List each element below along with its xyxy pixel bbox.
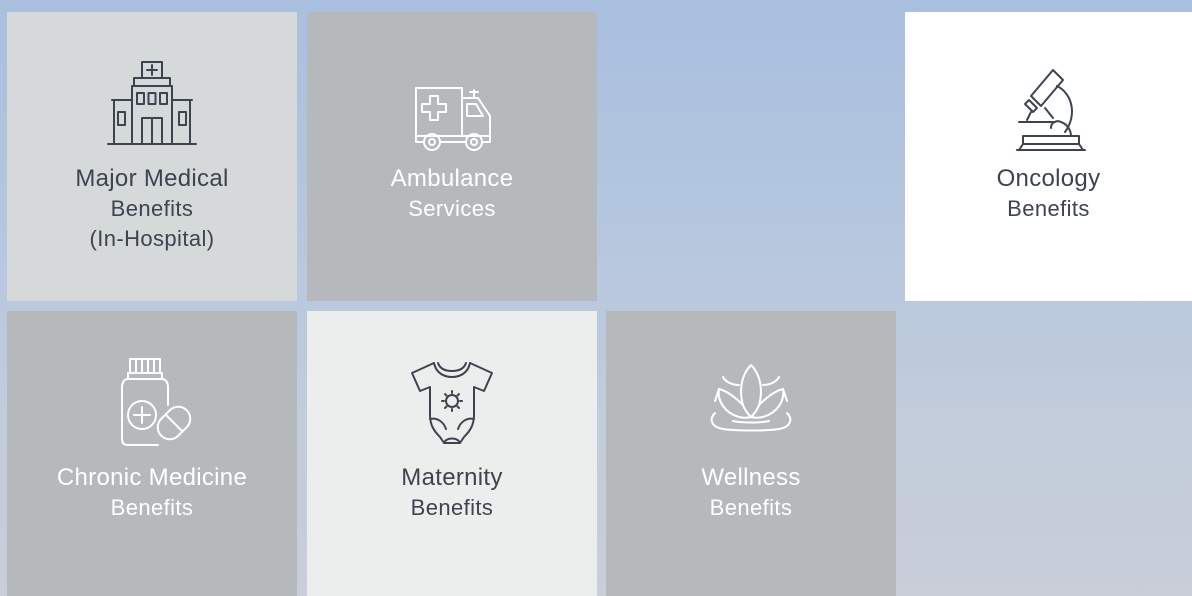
microscope-icon bbox=[1001, 56, 1097, 152]
tile-maternity[interactable]: Maternity Benefits bbox=[307, 311, 597, 596]
tile-title: Maternity bbox=[401, 464, 503, 491]
tile-subtitle: Benefits bbox=[110, 196, 194, 221]
lotus-icon bbox=[703, 355, 799, 451]
tile-title: Chronic Medicine bbox=[56, 464, 248, 491]
tile-ambulance[interactable]: Ambulance Services bbox=[307, 12, 597, 301]
tile-title: Ambulance bbox=[390, 165, 514, 192]
tile-wellness[interactable]: Wellness Benefits bbox=[606, 311, 896, 596]
tile-subtitle: Benefits bbox=[410, 495, 494, 520]
tile-title: Major Medical bbox=[75, 165, 229, 192]
hospital-icon bbox=[104, 56, 200, 152]
tile-major-medical[interactable]: Major Medical Benefits (In-Hospital) bbox=[7, 12, 297, 301]
tile-oncology[interactable]: Oncology Benefits bbox=[905, 12, 1192, 301]
tile-subtitle: Benefits bbox=[1007, 196, 1090, 221]
tile-chronic-medicine[interactable]: Chronic Medicine Benefits bbox=[7, 311, 297, 596]
tile-title: Wellness bbox=[701, 464, 801, 491]
tile-subtitle-2: (In-Hospital) bbox=[89, 226, 215, 251]
medicine-bottle-icon bbox=[104, 355, 200, 451]
tile-subtitle: Services bbox=[408, 196, 496, 221]
baby-onesie-icon bbox=[404, 355, 500, 451]
ambulance-icon bbox=[404, 56, 500, 152]
tile-subtitle: Benefits bbox=[110, 495, 194, 520]
tile-title: Oncology bbox=[996, 165, 1101, 192]
tile-subtitle: Benefits bbox=[709, 495, 793, 520]
